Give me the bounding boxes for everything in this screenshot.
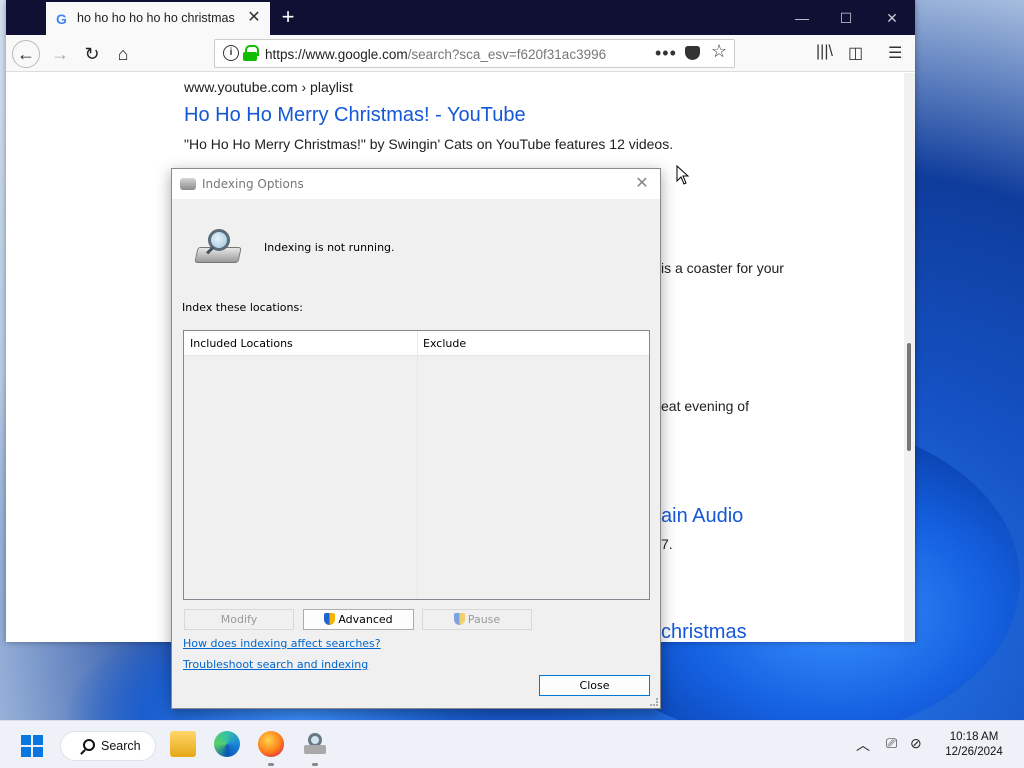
url-text[interactable]: https://www.google.com/search?sca_esv=f6…	[265, 47, 625, 62]
page-scrollbar[interactable]	[904, 73, 915, 642]
result-cite[interactable]: www.youtube.com › playlist	[184, 79, 353, 95]
indexing-options-taskbar-icon[interactable]	[302, 731, 328, 757]
google-favicon-icon: G	[56, 11, 67, 27]
locations-list[interactable]: Included Locations Exclude	[183, 330, 650, 600]
modify-button[interactable]: Modify	[184, 609, 294, 630]
close-button[interactable]: Close	[539, 675, 650, 696]
dialog-close-icon[interactable]: ✕	[632, 173, 652, 193]
dialog-titlebar[interactable]: Indexing Options ✕	[172, 169, 660, 199]
taskbar: Search ︿ ⎚ ⊘ 10:18 AM 12/26/2024	[0, 720, 1024, 768]
dialog-title: Indexing Options	[202, 177, 304, 191]
uac-shield-icon	[453, 613, 465, 625]
mouse-cursor-icon	[676, 165, 690, 185]
result-snippet-fragment: is a coaster for your	[661, 260, 784, 276]
new-tab-button[interactable]: +	[276, 4, 300, 30]
edge-browser-icon[interactable]	[214, 731, 240, 757]
secure-lock-icon	[243, 45, 259, 61]
tab-close-icon[interactable]: ✕	[244, 8, 264, 28]
display-network-icon[interactable]: ⎚	[886, 735, 897, 752]
tab-title: ho ho ho ho ho ho christmas	[77, 11, 235, 25]
firefox-icon[interactable]	[258, 731, 284, 757]
sidebar-icon[interactable]: ◫	[848, 43, 863, 63]
uac-shield-icon	[324, 613, 336, 625]
search-label: Search	[101, 739, 141, 753]
site-info-icon[interactable]: i	[223, 45, 239, 61]
indexing-help-link[interactable]: How does indexing affect searches?	[183, 637, 381, 650]
bookmark-star-icon[interactable]: ☆	[711, 41, 727, 62]
maximize-button[interactable]: ☐	[836, 8, 856, 28]
result-snippet-fragment: eat evening of	[661, 398, 749, 414]
close-window-button[interactable]: ✕	[882, 8, 902, 28]
minimize-button[interactable]: —	[792, 8, 812, 28]
system-clock[interactable]: 10:18 AM 12/26/2024	[938, 730, 1010, 760]
taskbar-search[interactable]: Search	[60, 731, 156, 761]
troubleshoot-link[interactable]: Troubleshoot search and indexing	[183, 658, 368, 671]
column-included-locations[interactable]: Included Locations	[190, 337, 293, 350]
pause-button[interactable]: Pause	[422, 609, 532, 630]
navigation-toolbar: ← → ↻ ⌂ i https://www.google.com/search?…	[6, 35, 915, 72]
url-domain: https://www.google.com	[265, 47, 408, 62]
forward-button[interactable]: →	[46, 40, 74, 68]
result-snippet-fragment: 7.	[661, 536, 673, 552]
locations-label: Index these locations:	[182, 301, 303, 314]
show-hidden-icons-chevron-icon[interactable]: ︿	[856, 735, 870, 755]
column-separator	[417, 331, 418, 599]
column-exclude[interactable]: Exclude	[423, 337, 466, 350]
indexing-options-dialog: Indexing Options ✕ Indexing is not runni…	[171, 168, 661, 709]
menu-icon[interactable]: ☰	[888, 43, 902, 63]
library-icon[interactable]: |||\	[816, 43, 833, 61]
browser-tab-active[interactable]: G ho ho ho ho ho ho christmas ✕	[46, 2, 270, 35]
file-explorer-icon[interactable]	[170, 731, 196, 757]
indexing-drive-icon	[194, 229, 242, 269]
pause-label: Pause	[467, 613, 501, 626]
result-title-fragment[interactable]: christmas	[661, 621, 747, 642]
tab-strip: G ho ho ho ho ho ho christmas ✕ + — ☐ ✕	[6, 0, 915, 35]
volume-muted-icon[interactable]: ⊘	[910, 735, 922, 752]
advanced-label: Advanced	[338, 613, 393, 626]
start-button[interactable]	[21, 735, 43, 757]
reload-button[interactable]: ↻	[78, 40, 106, 68]
firefox-running-indicator	[268, 763, 274, 766]
clock-date: 12/26/2024	[945, 746, 1003, 758]
back-button[interactable]: ←	[12, 40, 40, 68]
pocket-icon[interactable]	[685, 46, 700, 60]
address-bar[interactable]: i https://www.google.com/search?sca_esv=…	[214, 39, 735, 68]
indexing-app-icon	[180, 178, 196, 190]
result-title-fragment[interactable]: ain Audio	[661, 505, 743, 528]
result-snippet: "Ho Ho Ho Merry Christmas!" by Swingin' …	[184, 136, 674, 152]
page-actions-icon[interactable]: •••	[655, 43, 677, 64]
clock-time: 10:18 AM	[949, 731, 999, 743]
indexing-status: Indexing is not running.	[264, 241, 395, 254]
url-path: /search?sca_esv=f620f31ac3996	[407, 47, 607, 62]
search-icon	[83, 739, 95, 751]
resize-grip[interactable]	[650, 698, 658, 706]
scrollbar-thumb[interactable]	[907, 343, 911, 451]
advanced-button[interactable]: Advanced	[303, 609, 414, 630]
indexing-running-indicator	[312, 763, 318, 766]
home-button[interactable]: ⌂	[109, 40, 137, 68]
result-title[interactable]: Ho Ho Ho Merry Christmas! - YouTube	[184, 104, 526, 127]
